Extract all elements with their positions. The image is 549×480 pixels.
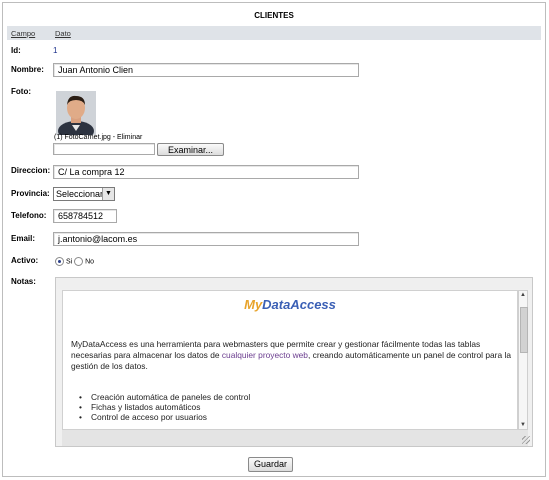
form-header-row: Campo Dato [7,26,541,40]
photo-thumbnail [56,91,96,135]
photo-caption[interactable]: (1) FotoCarnet.jpg - Eliminar [54,134,142,141]
list-item: Fichas y listados automáticos [79,402,250,412]
activo-radio-group: Si No [55,257,94,266]
editor-scrollbar[interactable]: ▲ ▼ [518,290,528,430]
provincia-select[interactable]: Seleccionar ▼ [53,187,115,201]
telefono-label: Telefono: [11,211,47,220]
header-dato[interactable]: Dato [55,29,71,38]
provincia-label: Provincia: [11,189,50,198]
email-label: Email: [11,234,36,243]
id-value: 1 [53,46,58,55]
nombre-input[interactable]: Juan Antonio Clien [53,63,359,77]
notas-editor[interactable]: MyDataAccess MyDataAccess es una herrami… [55,277,533,447]
chevron-down-icon[interactable]: ▼ [102,188,114,200]
save-button[interactable]: Guardar [248,457,293,472]
notas-bullet-list: Creación automática de paneles de contro… [79,392,250,422]
clientes-form: CLIENTES Campo Dato Id: 1 Nombre: Juan A… [2,2,546,477]
file-path-input[interactable] [53,143,155,155]
radio-si[interactable] [55,257,64,266]
radio-no-label: No [85,258,95,266]
person-photo-icon [56,91,96,135]
mydataaccess-logo: MyDataAccess [244,297,336,312]
direccion-input[interactable]: C/ La compra 12 [53,165,359,179]
nombre-label: Nombre: [11,65,44,74]
browse-button[interactable]: Examinar... [157,143,224,156]
direccion-label: Direccion: [11,166,51,175]
telefono-input[interactable]: 658784512 [53,209,117,223]
editor-document[interactable]: MyDataAccess MyDataAccess es una herrami… [62,290,518,430]
list-item: Control de acceso por usuarios [79,412,250,422]
notas-link[interactable]: cualquier proyecto web [222,350,308,360]
foto-label: Foto: [11,87,31,96]
activo-label: Activo: [11,256,39,265]
resize-grip-icon[interactable] [522,436,530,444]
email-input[interactable]: j.antonio@lacom.es [53,232,359,246]
list-item: Creación automática de paneles de contro… [79,392,250,402]
notas-paragraph: MyDataAccess es una herramienta para web… [71,339,511,371]
radio-no[interactable] [74,257,84,266]
notas-label: Notas: [11,277,36,286]
editor-toolbar [56,278,532,289]
scroll-thumb[interactable] [520,307,528,353]
editor-statusbar [62,430,528,446]
provincia-selected: Seleccionar [56,189,104,199]
scroll-down-icon[interactable]: ▼ [519,421,527,429]
header-campo[interactable]: Campo [11,29,35,38]
form-title: CLIENTES [254,11,294,20]
radio-si-label: Si [65,258,73,266]
id-label: Id: [11,46,21,55]
scroll-up-icon[interactable]: ▲ [519,291,527,299]
